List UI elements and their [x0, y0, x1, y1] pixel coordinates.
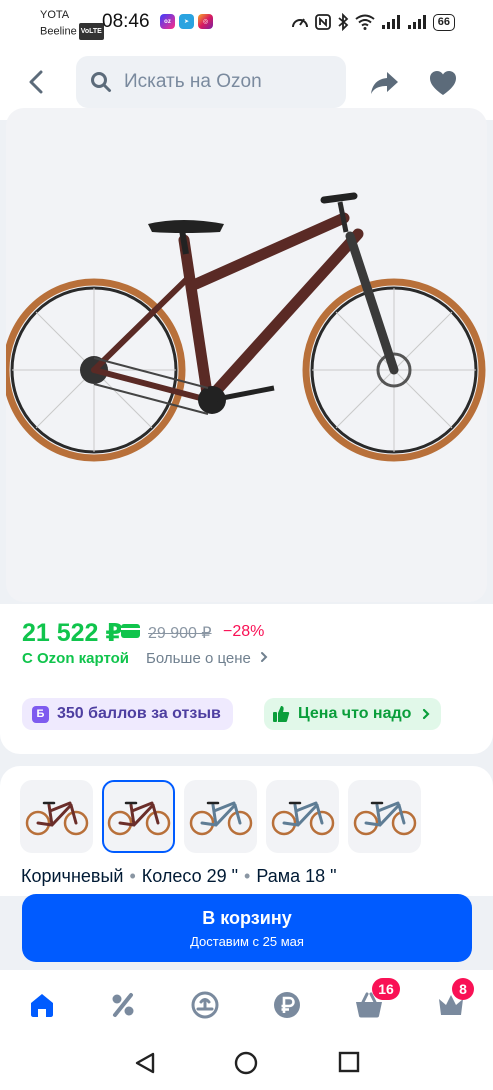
review-points-chip[interactable]: Б 350 баллов за отзыв	[22, 698, 233, 730]
search-field[interactable]: Искать на Ozon	[76, 56, 346, 108]
percent-icon	[112, 993, 134, 1017]
square-recents-icon	[338, 1051, 360, 1073]
tab-promotions[interactable]	[106, 988, 140, 1022]
chevron-left-icon	[29, 70, 43, 94]
chevron-right-icon	[423, 708, 430, 720]
variant-thumbnail[interactable]	[184, 780, 257, 853]
carrier-info: YOTA Beeline VoLTE	[40, 8, 104, 40]
android-home-button[interactable]	[234, 1051, 258, 1080]
spec-color: Коричневый	[21, 866, 124, 886]
back-button[interactable]	[20, 64, 52, 100]
old-price: 29 900 ₽	[148, 625, 212, 642]
current-price: 21 522 ₽	[22, 619, 123, 647]
variant-thumbnails	[20, 780, 421, 853]
ozon-card-icon	[121, 624, 140, 638]
battery-indicator: 66	[432, 13, 455, 31]
notification-icons: oz ➤ ◎	[160, 14, 213, 29]
more-about-price-link[interactable]: Больше о цене	[146, 650, 269, 667]
cart-count-badge: 16	[372, 978, 400, 1000]
android-navigation-bar	[0, 1036, 493, 1090]
nfc-icon	[314, 14, 331, 30]
telegram-icon: ➤	[179, 14, 194, 29]
ozon-app-icon: oz	[160, 14, 175, 29]
delivery-date-label: Доставим с 25 мая	[190, 934, 304, 949]
variant-bike-image	[353, 801, 416, 835]
instagram-icon: ◎	[198, 14, 213, 29]
wifi-icon	[355, 14, 375, 30]
volte-icon: VoLTE	[78, 23, 104, 40]
share-icon	[371, 72, 398, 94]
signal-icon-2	[407, 15, 426, 29]
carrier-1: YOTA	[40, 9, 70, 21]
discount-percent: −28%	[223, 623, 265, 640]
variant-bike-image	[107, 801, 170, 835]
share-button[interactable]	[368, 68, 402, 98]
price-card: 21 522 ₽ 29 900 ₽ −28% С Ozon картой Бол…	[0, 604, 493, 754]
triangle-back-icon	[135, 1052, 155, 1074]
chevron-right-icon	[261, 652, 268, 662]
variant-bike-image	[189, 801, 252, 835]
heart-icon	[430, 71, 456, 95]
bottom-tab-bar: 16 8	[0, 970, 493, 1036]
variant-specs: Коричневый • Колесо 29 " • Рама 18 "	[21, 866, 337, 887]
variant-bike-image	[25, 801, 88, 835]
search-icon	[91, 72, 111, 92]
status-bar: YOTA Beeline VoLTE 08:46 oz ➤ ◎ 66	[0, 0, 493, 44]
speed-icon	[291, 18, 308, 28]
thumbs-up-icon	[273, 706, 290, 722]
tab-cart[interactable]: 16	[352, 978, 400, 1022]
more-about-price-label: Больше о цене	[146, 650, 251, 667]
carrier-2: Beeline	[40, 25, 77, 38]
good-price-chip[interactable]: Цена что надо	[264, 698, 442, 730]
ruble-icon	[274, 992, 300, 1018]
product-image-bike	[6, 192, 486, 462]
add-to-cart-label: В корзину	[202, 908, 292, 928]
signal-icon-1	[381, 15, 400, 29]
variant-thumbnail[interactable]	[102, 780, 175, 853]
tab-fresh[interactable]	[188, 988, 222, 1022]
android-recents-button[interactable]	[338, 1051, 360, 1078]
separator-dot: •	[129, 866, 136, 886]
product-gallery[interactable]	[6, 108, 487, 602]
bluetooth-icon	[338, 13, 349, 31]
variant-thumbnail[interactable]	[266, 780, 339, 853]
home-icon	[31, 994, 53, 1017]
favorite-button[interactable]	[428, 68, 458, 98]
search-placeholder: Искать на Ozon	[124, 71, 262, 92]
catalog-icon	[191, 991, 219, 1019]
add-to-cart-button[interactable]: В корзину Доставим с 25 мая	[22, 894, 472, 962]
tab-finance[interactable]	[270, 988, 304, 1022]
variants-card: Коричневый • Колесо 29 " • Рама 18 "	[0, 766, 493, 896]
system-icons: 66	[291, 13, 455, 31]
profile-badge: 8	[452, 978, 474, 1000]
variant-thumbnail[interactable]	[20, 780, 93, 853]
review-points-label: 350 баллов за отзыв	[57, 705, 221, 722]
spec-wheel: Колесо 29 "	[141, 866, 239, 886]
good-price-label: Цена что надо	[298, 705, 412, 722]
separator-dot: •	[244, 866, 251, 886]
with-ozon-card-label: С Ozon картой	[22, 650, 130, 667]
variant-thumbnail[interactable]	[348, 780, 421, 853]
variant-bike-image	[271, 801, 334, 835]
clock: 08:46	[102, 11, 150, 32]
android-back-button[interactable]	[134, 1051, 156, 1080]
circle-home-icon	[234, 1051, 258, 1075]
tab-home[interactable]	[25, 988, 59, 1022]
spec-frame: Рама 18 "	[256, 866, 337, 886]
bonus-points-icon: Б	[32, 705, 49, 723]
tab-profile[interactable]: 8	[434, 978, 474, 1022]
